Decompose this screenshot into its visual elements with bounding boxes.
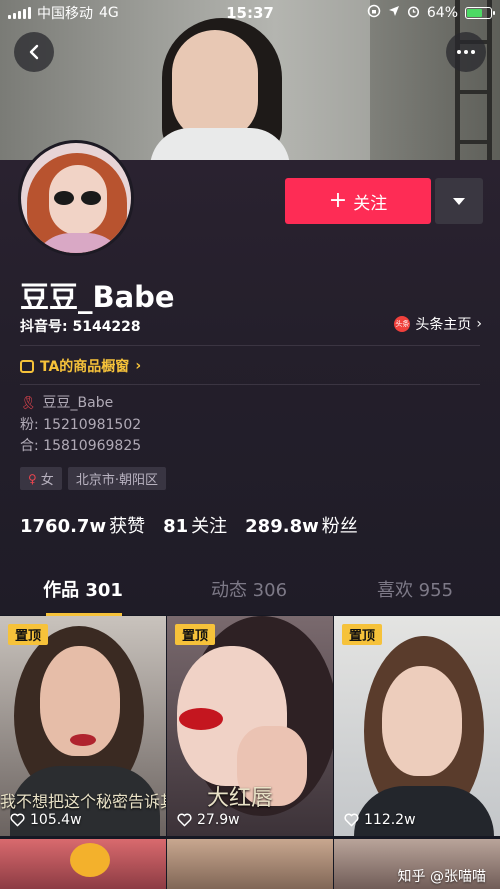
chevron-right-icon: › bbox=[135, 358, 142, 374]
ribbon-icon: 🎗 bbox=[20, 396, 37, 411]
chevron-right-icon: › bbox=[476, 316, 482, 332]
gender-tag: ♀ 女 bbox=[20, 467, 62, 490]
dot bbox=[464, 50, 468, 54]
bio-line: 合: 15810969825 bbox=[20, 438, 142, 454]
stat-likes[interactable]: 1760.7w 获赞 bbox=[20, 512, 145, 538]
pinned-badge: 置顶 bbox=[8, 624, 49, 645]
stat-label: 获赞 bbox=[109, 516, 146, 537]
pinned-badge: 置顶 bbox=[175, 624, 216, 645]
like-count: 105.4w bbox=[10, 812, 82, 828]
toutiao-label: 头条主页 bbox=[415, 317, 472, 333]
stat-number: 1760.7w bbox=[20, 516, 107, 537]
shop-label: TA的商品橱窗 bbox=[40, 359, 130, 375]
bio-line: 粉: 15210981502 bbox=[20, 416, 142, 433]
video-caption: 大红唇 bbox=[207, 786, 274, 811]
heart-icon bbox=[177, 813, 192, 827]
thumbnail-lips bbox=[70, 734, 96, 746]
carrier-label: 中国移动 bbox=[37, 6, 93, 22]
thumbnail-image bbox=[167, 839, 333, 889]
pinned-badge: 置顶 bbox=[342, 624, 383, 645]
heart-icon bbox=[344, 813, 359, 827]
cover-person-shirt bbox=[150, 128, 290, 162]
divider bbox=[20, 384, 480, 385]
location-label: 北京市·朝阳区 bbox=[75, 473, 158, 488]
profile-tags: ♀ 女 北京市·朝阳区 bbox=[20, 467, 166, 490]
toutiao-icon: 头条 bbox=[394, 316, 411, 332]
cover-person-face bbox=[172, 30, 258, 140]
female-icon: ♀ bbox=[28, 471, 37, 486]
signal-icon bbox=[8, 7, 31, 19]
status-bar: 中国移动 4G 15:37 64% bbox=[0, 0, 500, 26]
like-count: 27.9w bbox=[177, 812, 240, 828]
video-thumbnail[interactable] bbox=[0, 839, 166, 889]
battery-icon bbox=[465, 7, 495, 19]
nickname: 豆豆_Babe bbox=[20, 280, 175, 314]
caret-down-icon bbox=[453, 197, 465, 205]
plus-icon: + bbox=[328, 188, 348, 213]
like-count-value: 112.2w bbox=[364, 812, 416, 828]
stat-number: 289.8w bbox=[245, 516, 319, 537]
alarm-icon bbox=[407, 5, 420, 22]
content-tabs: 作品 301 动态 306 喜欢 955 bbox=[0, 574, 500, 616]
tab-works[interactable]: 作品 301 bbox=[0, 574, 166, 616]
like-count-value: 27.9w bbox=[197, 812, 240, 828]
bio-line: 豆豆_Babe bbox=[42, 395, 114, 411]
video-thumbnail[interactable] bbox=[167, 839, 333, 889]
location-icon bbox=[388, 5, 400, 21]
recommend-dropdown-button[interactable] bbox=[435, 178, 483, 224]
avatar-sunglasses bbox=[81, 191, 101, 205]
stat-following[interactable]: 81 关注 bbox=[163, 512, 227, 538]
back-button[interactable] bbox=[14, 32, 54, 72]
dot bbox=[471, 50, 475, 54]
more-options-button[interactable] bbox=[446, 32, 486, 72]
location-tag: 北京市·朝阳区 bbox=[67, 467, 166, 490]
dot bbox=[457, 50, 461, 54]
network-label: 4G bbox=[99, 5, 119, 21]
cover-ladder-rung bbox=[455, 90, 492, 94]
stat-label: 粉丝 bbox=[321, 516, 358, 537]
follow-label: 关注 bbox=[353, 193, 388, 214]
rotation-lock-icon bbox=[367, 4, 381, 22]
like-count: 112.2w bbox=[344, 812, 416, 828]
battery-percent: 64% bbox=[426, 5, 458, 21]
stat-number: 81 bbox=[163, 516, 189, 537]
chevron-left-icon bbox=[29, 44, 39, 60]
video-grid: 置顶 我不想把这个秘密告诉其 105.4w 置顶 大红唇 27.9w 置顶 11… bbox=[0, 616, 500, 889]
divider bbox=[20, 345, 480, 346]
avatar[interactable] bbox=[18, 140, 134, 256]
thumbnail-lips bbox=[179, 708, 223, 730]
avatar-sunglasses bbox=[54, 191, 74, 205]
like-count-value: 105.4w bbox=[30, 812, 82, 828]
follow-button[interactable]: + 关注 bbox=[285, 178, 431, 224]
video-thumbnail[interactable]: 置顶 我不想把这个秘密告诉其 105.4w bbox=[0, 616, 166, 836]
profile-stats: 1760.7w 获赞 81 关注 289.8w 粉丝 bbox=[20, 512, 358, 538]
gender-label: 女 bbox=[40, 473, 54, 488]
toutiao-homepage-link[interactable]: 头条 头条主页 › bbox=[394, 314, 482, 334]
shop-icon bbox=[20, 359, 34, 373]
clock: 15:37 bbox=[226, 4, 274, 22]
tab-activity[interactable]: 动态 306 bbox=[166, 574, 332, 616]
thumbnail-sticker bbox=[70, 843, 110, 877]
bio: 🎗 豆豆_Babe 粉: 15210981502 合: 15810969825 bbox=[20, 393, 141, 458]
douyin-id: 抖音号: 5144228 bbox=[20, 319, 141, 335]
video-thumbnail[interactable]: 置顶 大红唇 27.9w bbox=[167, 616, 333, 836]
heart-icon bbox=[10, 813, 25, 827]
video-thumbnail[interactable]: 置顶 112.2w bbox=[334, 616, 500, 836]
thumbnail-face bbox=[382, 666, 462, 776]
watermark: 知乎 @张喵喵 bbox=[397, 869, 486, 885]
cover-ladder-rung bbox=[455, 140, 492, 144]
tab-likes[interactable]: 喜欢 955 bbox=[332, 574, 498, 616]
video-caption: 我不想把这个秘密告诉其 bbox=[0, 792, 166, 811]
stat-followers[interactable]: 289.8w 粉丝 bbox=[245, 512, 358, 538]
stat-label: 关注 bbox=[191, 516, 228, 537]
shop-window-link[interactable]: TA的商品橱窗 › bbox=[20, 356, 141, 376]
